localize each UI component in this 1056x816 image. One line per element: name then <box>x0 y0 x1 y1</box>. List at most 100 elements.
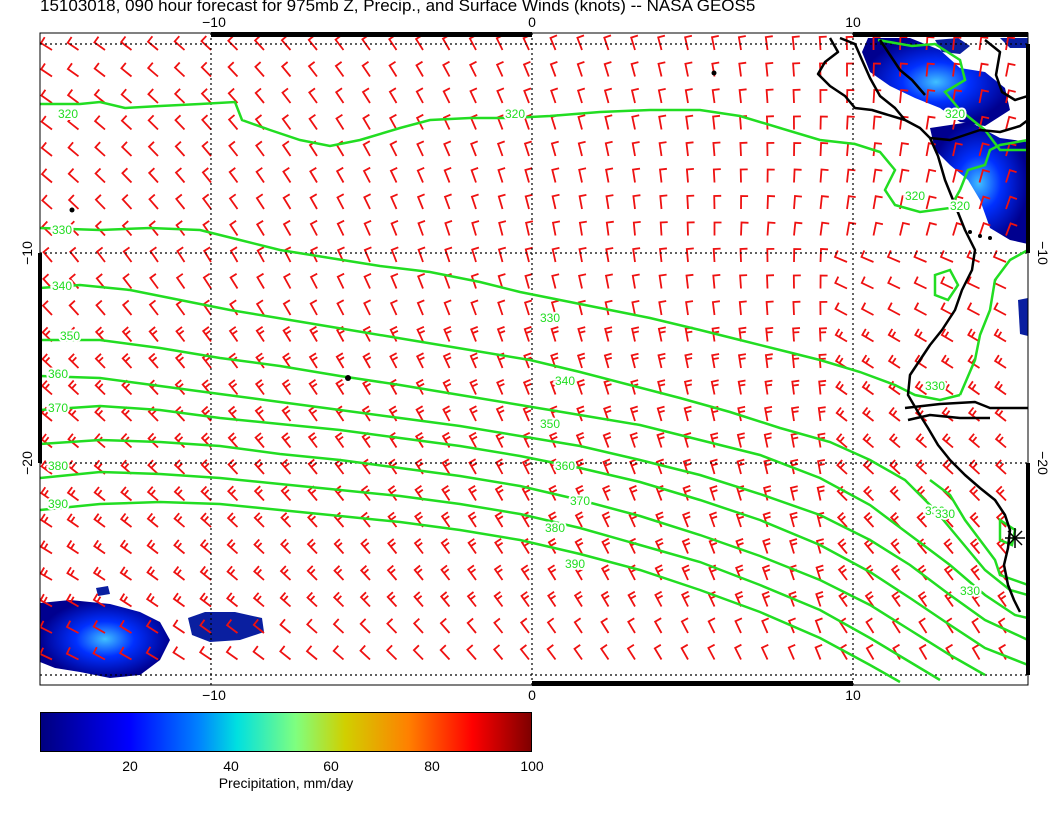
wind-barb <box>40 63 53 78</box>
wind-barb <box>467 564 477 581</box>
colorbar-label: Precipitation, mm/day <box>218 775 354 791</box>
wind-barb <box>915 459 928 475</box>
wind-barb <box>93 539 106 555</box>
contour-label: 380 <box>48 459 68 473</box>
wind-barb <box>41 300 53 316</box>
wind-barb <box>684 326 693 342</box>
wind-barb <box>819 301 828 316</box>
wind-barb <box>683 405 692 422</box>
wind-barb <box>309 272 318 289</box>
wind-barb <box>335 114 345 130</box>
wind-barb <box>255 140 265 157</box>
wind-barb <box>738 300 747 316</box>
wind-barb <box>940 354 954 369</box>
wind-barb <box>147 379 159 396</box>
wind-barb <box>467 511 477 528</box>
wind-barb <box>739 168 748 183</box>
wind-barb <box>41 194 53 210</box>
wind-barb <box>993 328 1007 343</box>
wind-barb <box>573 644 583 661</box>
wind-barb <box>918 643 928 660</box>
wind-barb <box>467 485 477 501</box>
wind-barb <box>681 564 691 581</box>
wind-barb <box>386 564 398 581</box>
wind-barb <box>389 299 398 316</box>
wind-barb <box>520 591 530 608</box>
wind-barb <box>657 326 666 342</box>
wind-barb <box>122 246 133 263</box>
wind-barb <box>523 87 532 104</box>
wind-barb <box>604 299 613 316</box>
wind-barb <box>657 88 666 104</box>
wind-barb <box>789 485 798 501</box>
wind-barb <box>712 247 721 263</box>
wind-barb <box>713 221 722 236</box>
wind-barb <box>413 538 424 555</box>
wind-barb <box>254 87 265 104</box>
wind-barb <box>388 87 398 104</box>
wind-barb <box>173 35 186 51</box>
wind-barb <box>760 643 769 660</box>
wind-barb <box>201 140 212 157</box>
wind-barb <box>766 168 775 183</box>
contour-label: 330 <box>52 223 72 237</box>
wind-barb <box>682 511 691 528</box>
wind-barb <box>578 194 587 210</box>
wind-barb <box>226 565 239 581</box>
wind-barb <box>681 537 691 554</box>
wind-barb <box>494 511 504 528</box>
wind-barb <box>279 592 292 608</box>
wind-barb <box>67 194 80 210</box>
wind-barb <box>175 193 186 210</box>
wind-barb <box>887 302 901 316</box>
wind-barb <box>334 485 345 502</box>
wind-barb <box>468 431 478 448</box>
wind-barb <box>740 221 749 236</box>
wind-barb <box>442 113 451 130</box>
wind-barb <box>872 195 883 210</box>
wind-barb <box>549 34 558 51</box>
wind-barb <box>519 644 530 661</box>
contour-label: 330 <box>540 311 560 325</box>
wind-barb <box>119 566 133 581</box>
wind-barb <box>578 247 587 263</box>
wind-barb <box>890 564 901 581</box>
wind-barb <box>550 326 559 342</box>
wind-barb <box>819 248 829 263</box>
wind-barb <box>899 221 911 236</box>
wind-barb <box>466 617 477 634</box>
wind-barb <box>899 168 910 183</box>
colorbar-tick-80: 80 <box>424 758 440 774</box>
wind-barb <box>228 167 239 184</box>
wind-barb <box>200 459 212 475</box>
wind-barb <box>818 379 827 395</box>
wind-barb <box>605 167 614 183</box>
wind-barb <box>887 328 901 343</box>
wind-barb <box>361 61 371 78</box>
wind-barb <box>631 300 640 316</box>
wind-barb <box>914 328 927 343</box>
wind-barb <box>631 114 640 130</box>
wind-barb <box>147 141 159 157</box>
wind-barb <box>466 644 477 661</box>
wind-barb <box>440 511 451 528</box>
contour-label: 320 <box>945 107 965 121</box>
wind-barb <box>861 406 875 422</box>
wind-barb <box>602 458 611 475</box>
wind-barb <box>818 327 827 342</box>
wind-barb <box>818 35 827 51</box>
wind-barb <box>148 299 159 316</box>
wind-barb <box>886 250 901 263</box>
wind-barb <box>631 273 640 289</box>
wind-barb <box>173 88 186 104</box>
wind-barb <box>390 246 399 263</box>
wind-barb <box>439 617 451 634</box>
left-tick-neg10: −10 <box>19 241 35 265</box>
wind-barb <box>226 538 239 555</box>
wind-barb <box>335 379 345 395</box>
wind-barb <box>252 592 265 608</box>
wind-barb <box>389 166 398 183</box>
wind-barb <box>712 141 721 157</box>
top-tick-neg10: −10 <box>202 14 226 30</box>
wind-barb <box>334 34 345 51</box>
